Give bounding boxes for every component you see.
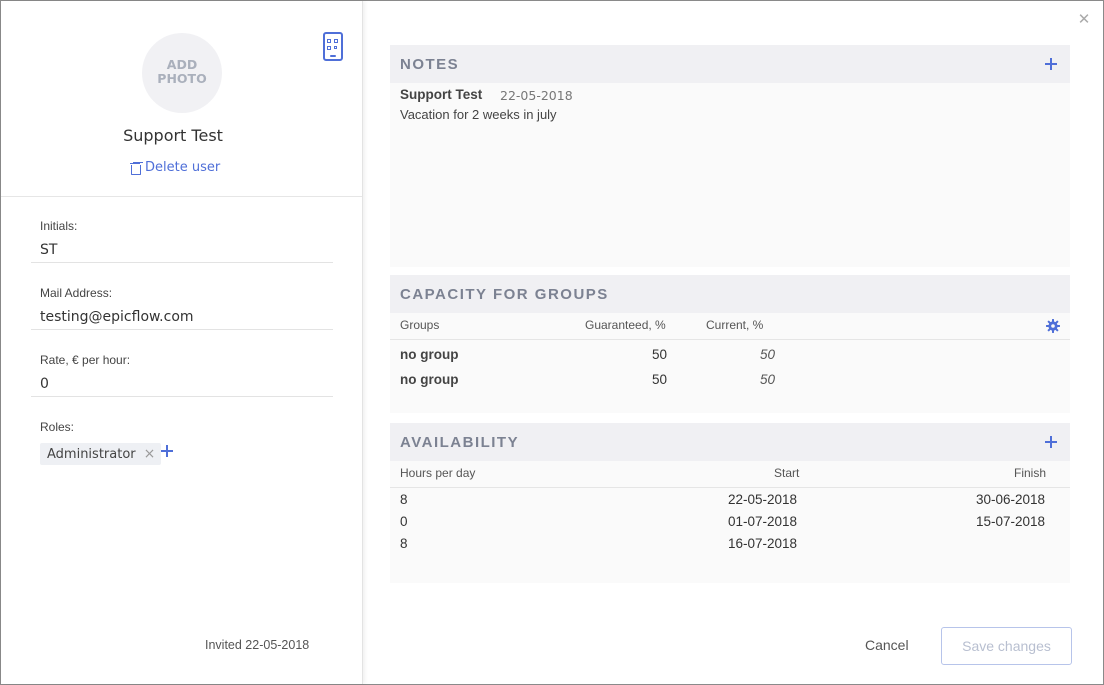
start-date: 16-07-2018 bbox=[728, 536, 798, 551]
finish-date: 30-06-2018 bbox=[976, 492, 1046, 507]
availability-section: AVAILABILITY Hours per day Start Finish … bbox=[390, 423, 1070, 583]
group-name: no group bbox=[400, 347, 459, 362]
gear-icon[interactable] bbox=[1046, 319, 1060, 333]
note-text: Vacation for 2 weeks in july bbox=[400, 107, 557, 122]
capacity-section: CAPACITY FOR GROUPS Groups Guaranteed, %… bbox=[390, 275, 1070, 413]
cancel-button[interactable]: Cancel bbox=[865, 637, 909, 653]
guaranteed-value: 50 bbox=[652, 347, 668, 362]
hours-value: 8 bbox=[400, 536, 408, 551]
add-role-button[interactable] bbox=[159, 443, 175, 459]
rate-field[interactable]: 0 bbox=[40, 376, 49, 392]
notes-header: NOTES bbox=[390, 45, 1070, 83]
rate-underline bbox=[31, 396, 333, 397]
availability-title: AVAILABILITY bbox=[400, 433, 520, 451]
start-date: 01-07-2018 bbox=[728, 514, 798, 529]
delete-user-label: Delete user bbox=[145, 160, 221, 175]
availability-header: AVAILABILITY bbox=[390, 423, 1070, 461]
column-header-guaranteed: Guaranteed, % bbox=[585, 318, 666, 332]
invited-date: Invited 22-05-2018 bbox=[205, 638, 310, 652]
note-date: 22-05-2018 bbox=[500, 88, 573, 103]
hours-value: 8 bbox=[400, 492, 408, 507]
delete-user-link[interactable]: Delete user bbox=[130, 160, 220, 175]
initials-underline bbox=[31, 262, 333, 263]
availability-header-divider bbox=[390, 487, 1070, 488]
column-header-hours: Hours per day bbox=[400, 466, 476, 480]
profile-divider bbox=[1, 196, 362, 197]
initials-label: Initials: bbox=[40, 219, 78, 233]
rate-label: Rate, € per hour: bbox=[40, 353, 131, 367]
user-edit-dialog: ADD PHOTO Support Test Delete user Initi… bbox=[0, 0, 1104, 685]
capacity-title: CAPACITY FOR GROUPS bbox=[400, 285, 609, 303]
group-name: no group bbox=[400, 372, 459, 387]
add-availability-button[interactable] bbox=[1043, 434, 1059, 450]
role-chip-label: Administrator bbox=[47, 446, 136, 462]
add-photo-label: ADD PHOTO bbox=[157, 57, 207, 86]
start-date: 22-05-2018 bbox=[728, 492, 798, 507]
hours-value: 0 bbox=[400, 514, 408, 529]
column-header-groups: Groups bbox=[400, 318, 440, 332]
close-icon[interactable]: ✕ bbox=[1077, 12, 1091, 27]
column-header-start: Start bbox=[774, 466, 800, 480]
current-value: 50 bbox=[760, 347, 776, 362]
note-author: Support Test bbox=[400, 87, 483, 102]
initials-field[interactable]: ST bbox=[40, 242, 57, 258]
email-field[interactable]: testing@epicflow.com bbox=[40, 309, 194, 325]
guaranteed-value: 50 bbox=[652, 372, 668, 387]
remove-role-icon[interactable]: × bbox=[144, 447, 156, 461]
trash-icon bbox=[130, 162, 141, 175]
roles-label: Roles: bbox=[40, 420, 75, 434]
capacity-header: CAPACITY FOR GROUPS bbox=[390, 275, 1070, 313]
add-photo-button[interactable]: ADD PHOTO bbox=[142, 33, 222, 113]
add-note-button[interactable] bbox=[1043, 56, 1059, 72]
notes-section: NOTES Support Test 22-05-2018 Vacation f… bbox=[390, 45, 1070, 267]
email-underline bbox=[31, 329, 333, 330]
role-chip: Administrator × bbox=[40, 443, 162, 465]
finish-date: 15-07-2018 bbox=[976, 514, 1046, 529]
current-value: 50 bbox=[760, 372, 776, 387]
notes-title: NOTES bbox=[400, 55, 460, 73]
mobile-qr-icon[interactable] bbox=[323, 32, 343, 61]
user-profile-panel: ADD PHOTO Support Test Delete user Initi… bbox=[1, 1, 363, 684]
column-header-finish: Finish bbox=[1014, 466, 1047, 480]
user-name: Support Test bbox=[123, 126, 223, 145]
column-header-current: Current, % bbox=[706, 318, 764, 332]
mail-label: Mail Address: bbox=[40, 286, 113, 300]
save-changes-button[interactable]: Save changes bbox=[941, 627, 1072, 665]
capacity-header-divider bbox=[390, 339, 1070, 340]
